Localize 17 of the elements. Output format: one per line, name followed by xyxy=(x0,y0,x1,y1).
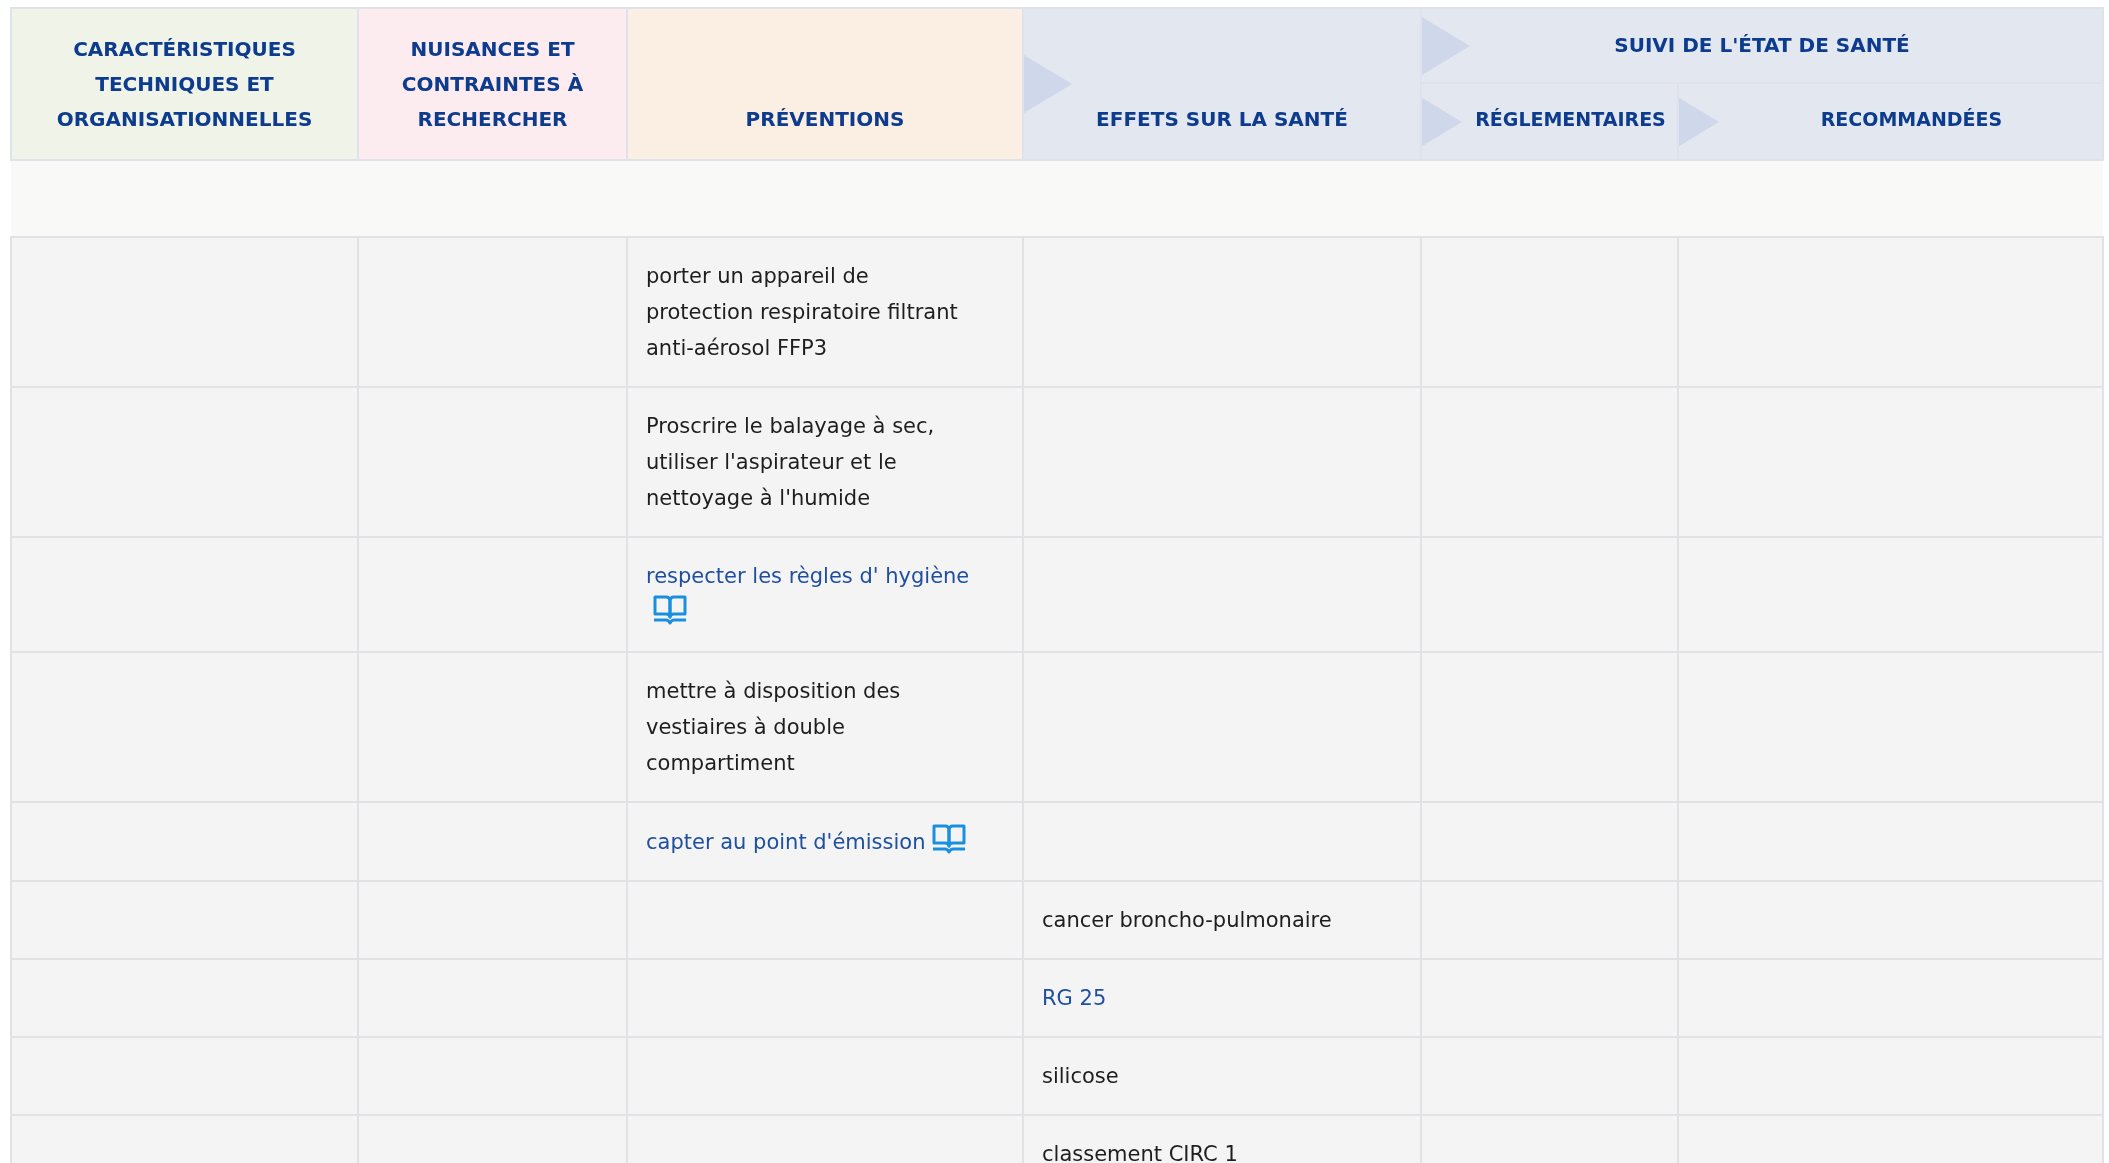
cell-text: cancer broncho-pulmonaire xyxy=(1042,908,1332,932)
column-header: NUISANCES ET CONTRAINTES À RECHERCHER xyxy=(401,37,584,131)
column-header: CARACTÉRISTIQUES TECHNIQUES ET ORGANISATIONNELLES xyxy=(56,37,313,131)
cell-text: silicose xyxy=(1042,1064,1119,1088)
column-header: SUIVI DE L'ÉTAT DE SANTÉ xyxy=(1614,33,1910,57)
column-header: RECOMMANDÉES xyxy=(1820,108,2003,130)
book-icon[interactable] xyxy=(652,594,688,626)
cell-text: porter un appareil de protection respiratoire filtrant anti-aérosol FFP3 xyxy=(646,264,958,360)
book-icon[interactable] xyxy=(931,823,968,855)
column-header: PRÉVENTIONS xyxy=(745,107,905,131)
cell-text: Proscrire le balayage à sec, utiliser l'aspirateur et le nettoyage à l'humide xyxy=(646,414,935,510)
reference-link[interactable]: RG 25 xyxy=(1042,986,1107,1010)
reference-link[interactable]: respecter les règles d' hygiène xyxy=(646,564,970,588)
cell-text: classement CIRC 1 xyxy=(1042,1142,1238,1163)
column-header: EFFETS SUR LA SANTÉ xyxy=(1096,107,1348,131)
column-header: RÉGLEMENTAIRES xyxy=(1475,108,1666,130)
cell-text: mettre à disposition des vestiaires à double compartiment xyxy=(646,679,901,775)
